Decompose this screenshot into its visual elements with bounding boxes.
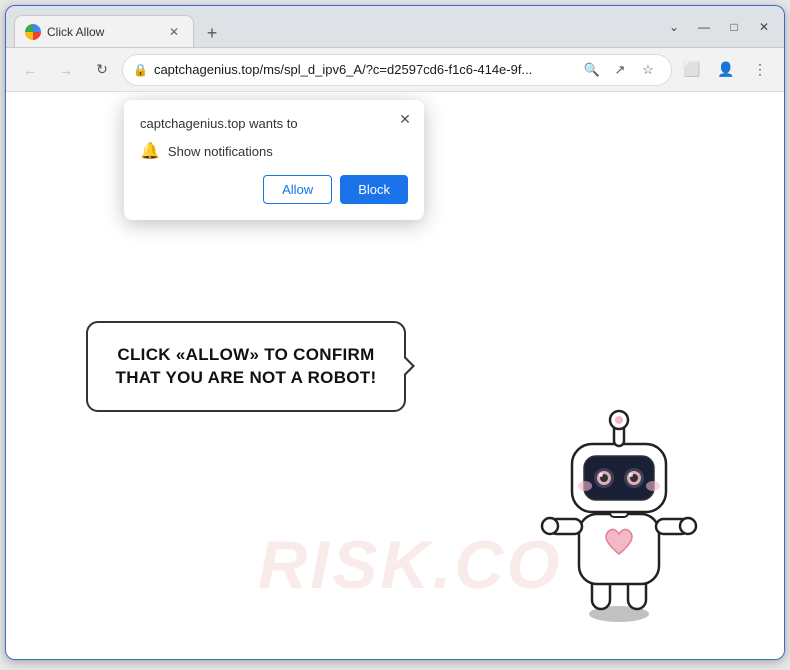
robot-container bbox=[534, 404, 704, 629]
profile-icon[interactable]: 👤 bbox=[710, 54, 742, 86]
tab-area: Click Allow ✕ + bbox=[14, 6, 662, 47]
forward-button[interactable]: → bbox=[50, 54, 82, 86]
popup-buttons: Allow Block bbox=[140, 175, 408, 204]
nav-right-buttons: ⬜ 👤 ⋮ bbox=[676, 54, 776, 86]
block-button[interactable]: Block bbox=[340, 175, 408, 204]
bookmark-icon[interactable]: ☆ bbox=[635, 57, 661, 83]
nav-bar: ← → ↻ 🔒 captchagenius.top/ms/spl_d_ipv6_… bbox=[6, 48, 784, 92]
title-bar: Click Allow ✕ + ⌄ — □ ✕ bbox=[6, 6, 784, 48]
popup-notification-row: 🔔 Show notifications bbox=[140, 141, 408, 161]
menu-icon[interactable]: ⋮ bbox=[744, 54, 776, 86]
tab-favicon bbox=[25, 24, 41, 40]
notification-permission-popup: ✕ captchagenius.top wants to 🔔 Show noti… bbox=[124, 100, 424, 220]
address-actions: 🔍 ↗ ☆ bbox=[579, 57, 661, 83]
maximize-button[interactable]: □ bbox=[722, 15, 746, 39]
bell-icon: 🔔 bbox=[140, 141, 160, 161]
address-text: captchagenius.top/ms/spl_d_ipv6_A/?c=d25… bbox=[154, 62, 573, 77]
search-icon[interactable]: 🔍 bbox=[579, 57, 605, 83]
window-controls: ⌄ — □ ✕ bbox=[662, 15, 776, 39]
tab-title: Click Allow bbox=[47, 25, 159, 39]
bubble-text: CLICK «ALLOW» TO CONFIRM THAT YOU ARE NO… bbox=[116, 345, 377, 388]
close-button[interactable]: ✕ bbox=[752, 15, 776, 39]
watermark-text: RISK.CO bbox=[258, 526, 562, 604]
back-button[interactable]: ← bbox=[14, 54, 46, 86]
popup-close-button[interactable]: ✕ bbox=[394, 108, 416, 130]
notification-label: Show notifications bbox=[168, 144, 273, 159]
share-icon[interactable]: ↗ bbox=[607, 57, 633, 83]
active-tab[interactable]: Click Allow ✕ bbox=[14, 15, 194, 47]
robot-image bbox=[534, 404, 704, 624]
tab-close-button[interactable]: ✕ bbox=[165, 23, 183, 41]
page-content: ✕ captchagenius.top wants to 🔔 Show noti… bbox=[6, 92, 784, 659]
speech-bubble: CLICK «ALLOW» TO CONFIRM THAT YOU ARE NO… bbox=[86, 321, 406, 413]
address-bar[interactable]: 🔒 captchagenius.top/ms/spl_d_ipv6_A/?c=d… bbox=[122, 54, 672, 86]
minimize-button[interactable]: — bbox=[692, 15, 716, 39]
allow-button[interactable]: Allow bbox=[263, 175, 332, 204]
browser-window: Click Allow ✕ + ⌄ — □ ✕ ← → ↻ 🔒 captchag… bbox=[5, 5, 785, 660]
reload-button[interactable]: ↻ bbox=[86, 54, 118, 86]
tab-search-icon[interactable]: ⬜ bbox=[676, 54, 708, 86]
popup-header: captchagenius.top wants to bbox=[140, 116, 408, 131]
new-tab-button[interactable]: + bbox=[198, 19, 226, 47]
chevron-down-button[interactable]: ⌄ bbox=[662, 15, 686, 39]
lock-icon: 🔒 bbox=[133, 63, 148, 77]
